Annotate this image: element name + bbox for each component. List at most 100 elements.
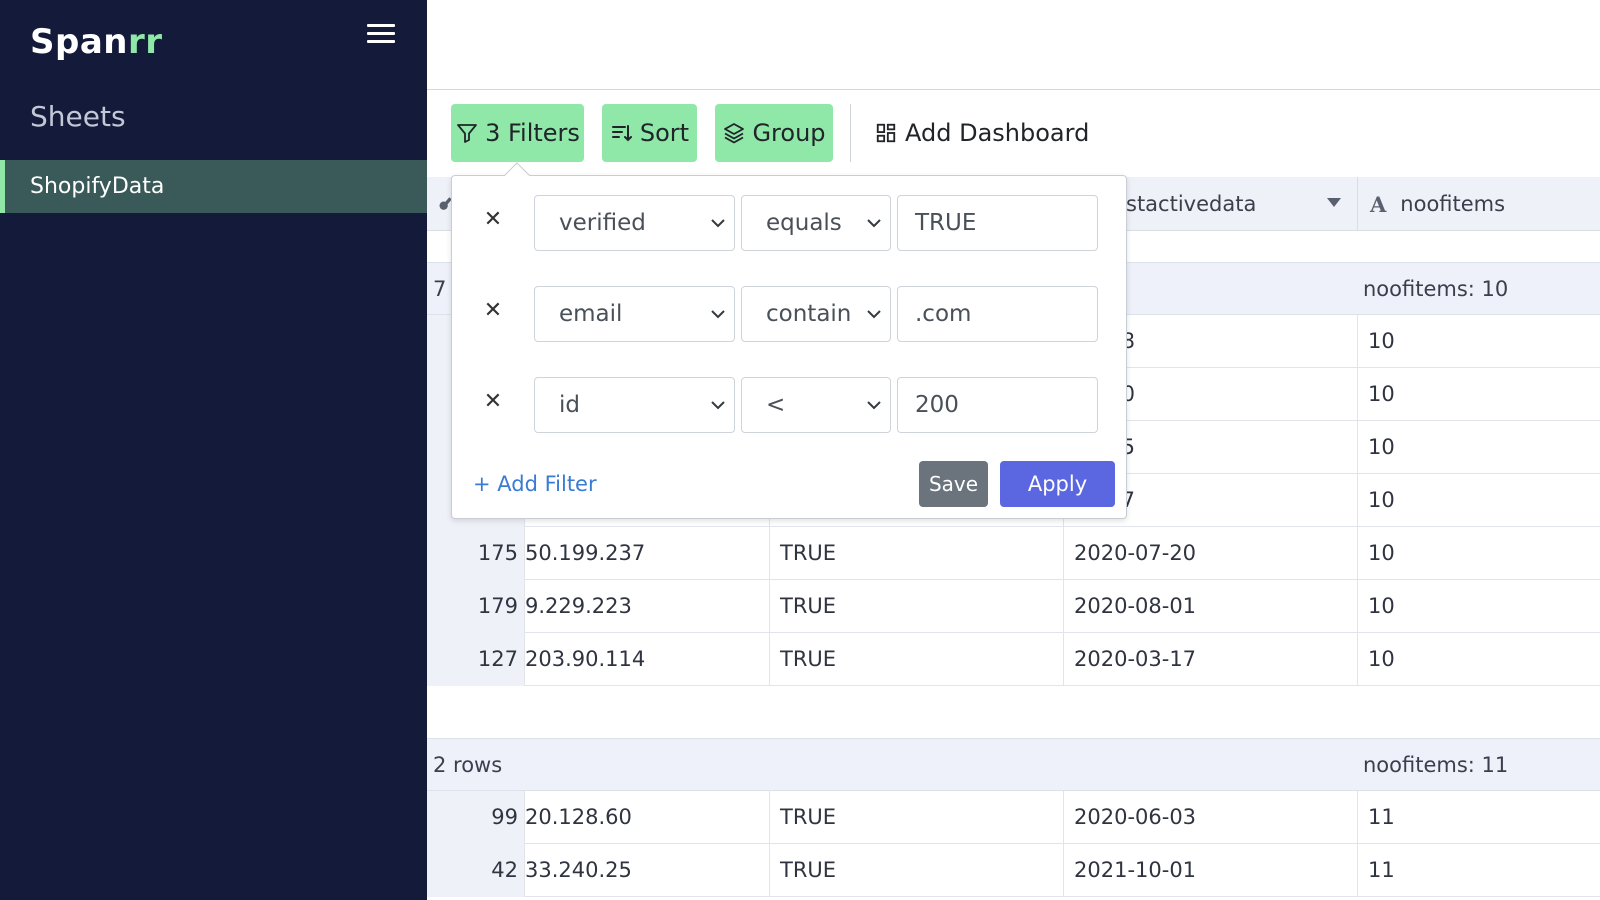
selected-value: email bbox=[559, 301, 623, 327]
add-dashboard-label: Add Dashboard bbox=[905, 119, 1090, 147]
hamburger-icon[interactable] bbox=[367, 24, 395, 46]
add-filter-link[interactable]: + Add Filter bbox=[473, 472, 597, 496]
chevron-down-icon bbox=[867, 401, 881, 410]
cell[interactable]: 10 bbox=[1357, 633, 1600, 686]
sidebar-item-shopifydata[interactable]: ShopifyData bbox=[0, 160, 427, 213]
remove-filter-button[interactable]: ✕ bbox=[482, 389, 504, 417]
filter-operator-select[interactable]: contain bbox=[741, 286, 891, 342]
add-dashboard-button[interactable]: Add Dashboard bbox=[875, 104, 1089, 162]
row-index: 127 bbox=[427, 633, 524, 686]
cell[interactable]: 10 bbox=[1357, 527, 1600, 580]
toolbar-divider bbox=[850, 104, 851, 162]
filter-operator-select[interactable]: equals bbox=[741, 195, 891, 251]
cell[interactable]: 2020-07-20 bbox=[1063, 527, 1357, 580]
cell[interactable]: 203.90.114 bbox=[524, 633, 769, 686]
sheets-heading: Sheets bbox=[30, 100, 126, 133]
filter-row: ✕ verified equals TRUE bbox=[452, 195, 1128, 251]
group-count: 7 bbox=[433, 277, 447, 301]
layers-icon bbox=[724, 123, 745, 144]
row-index: 175 bbox=[427, 527, 524, 580]
filter-value-input[interactable]: .com bbox=[897, 286, 1098, 342]
table-row[interactable]: 99 20.128.60 TRUE 2020-06-03 11 bbox=[427, 791, 1600, 844]
toolbar: 3 Filters Sort Group Add Dashboard bbox=[427, 91, 1600, 177]
cell[interactable]: 10 bbox=[1357, 421, 1600, 474]
top-bar bbox=[427, 0, 1600, 90]
remove-filter-button[interactable]: ✕ bbox=[482, 298, 504, 326]
cell[interactable]: 33.240.25 bbox=[524, 844, 769, 897]
selected-value: id bbox=[559, 392, 580, 418]
cell[interactable]: 10 bbox=[1357, 315, 1600, 368]
cell[interactable]: TRUE bbox=[769, 791, 1063, 844]
selected-value: equals bbox=[766, 210, 842, 236]
cell[interactable]: 20.128.60 bbox=[524, 791, 769, 844]
brand-accent: rr bbox=[127, 22, 163, 62]
filter-value-input[interactable]: 200 bbox=[897, 377, 1098, 433]
column-header-label: stactivedata bbox=[1126, 192, 1257, 216]
cell[interactable]: 2020-08-01 bbox=[1063, 580, 1357, 633]
row-index: 99 bbox=[427, 791, 524, 844]
sort-label: Sort bbox=[639, 119, 690, 147]
close-icon: ✕ bbox=[483, 207, 503, 232]
filter-row: ✕ email contain .com bbox=[452, 286, 1128, 342]
group-count: 2 rows bbox=[433, 753, 503, 777]
filter-icon bbox=[457, 124, 477, 143]
cell[interactable]: 10 bbox=[1357, 368, 1600, 421]
dashboard-icon bbox=[876, 123, 896, 143]
table-row[interactable]: 179 9.229.223 TRUE 2020-08-01 10 bbox=[427, 580, 1600, 633]
chevron-down-icon bbox=[867, 219, 881, 228]
close-icon: ✕ bbox=[483, 298, 503, 323]
filter-row: ✕ id < 200 bbox=[452, 377, 1128, 433]
filter-field-select[interactable]: verified bbox=[534, 195, 735, 251]
caret-down-icon[interactable] bbox=[1327, 198, 1341, 208]
cell[interactable]: TRUE bbox=[769, 580, 1063, 633]
filter-operator-select[interactable]: < bbox=[741, 377, 891, 433]
group-summary: noofitems: 10 bbox=[1363, 277, 1509, 301]
cell[interactable]: 2020-03-17 bbox=[1063, 633, 1357, 686]
sort-button[interactable]: Sort bbox=[602, 104, 697, 162]
row-index: 179 bbox=[427, 580, 524, 633]
filters-label: 3 Filters bbox=[485, 119, 580, 147]
filters-button[interactable]: 3 Filters bbox=[451, 104, 584, 162]
filter-value-input[interactable]: TRUE bbox=[897, 195, 1098, 251]
cell[interactable]: 50.199.237 bbox=[524, 527, 769, 580]
cell[interactable]: 2021-10-01 bbox=[1063, 844, 1357, 897]
chevron-down-icon bbox=[711, 219, 725, 228]
cell[interactable]: 11 bbox=[1357, 844, 1600, 897]
column-header-noofitems[interactable]: A noofitems bbox=[1357, 177, 1600, 231]
save-button[interactable]: Save bbox=[919, 461, 988, 507]
row-index: 42 bbox=[427, 844, 524, 897]
filter-field-select[interactable]: email bbox=[534, 286, 735, 342]
chevron-down-icon bbox=[711, 310, 725, 319]
close-icon: ✕ bbox=[483, 389, 503, 414]
group-header[interactable]: 2 rows noofitems: 11 bbox=[427, 738, 1600, 791]
cell[interactable]: TRUE bbox=[769, 633, 1063, 686]
cell[interactable]: TRUE bbox=[769, 527, 1063, 580]
filter-field-select[interactable]: id bbox=[534, 377, 735, 433]
cell[interactable]: 11 bbox=[1357, 791, 1600, 844]
filter-popover: ✕ verified equals TRUE ✕ email contain .… bbox=[451, 162, 1128, 519]
selected-value: contain bbox=[766, 301, 852, 327]
chevron-down-icon bbox=[867, 310, 881, 319]
cell[interactable]: 9.229.223 bbox=[524, 580, 769, 633]
table-row[interactable]: 175 50.199.237 TRUE 2020-07-20 10 bbox=[427, 527, 1600, 580]
cell[interactable]: TRUE bbox=[769, 844, 1063, 897]
remove-filter-button[interactable]: ✕ bbox=[482, 207, 504, 235]
group-summary: noofitems: 11 bbox=[1363, 753, 1509, 777]
selected-value: verified bbox=[559, 210, 646, 236]
sort-icon bbox=[611, 125, 632, 142]
group-button[interactable]: Group bbox=[715, 104, 833, 162]
cell[interactable]: 2020-06-03 bbox=[1063, 791, 1357, 844]
text-type-icon: A bbox=[1370, 191, 1387, 217]
group-label: Group bbox=[752, 119, 826, 147]
brand-logo[interactable]: Spanrr bbox=[30, 22, 163, 62]
selected-value: < bbox=[766, 392, 786, 418]
apply-button[interactable]: Apply bbox=[1000, 461, 1115, 507]
cell[interactable]: 10 bbox=[1357, 580, 1600, 633]
cell[interactable]: 10 bbox=[1357, 474, 1600, 527]
chevron-down-icon bbox=[711, 401, 725, 410]
table-row[interactable]: 42 33.240.25 TRUE 2021-10-01 11 bbox=[427, 844, 1600, 897]
table-row[interactable]: 127 203.90.114 TRUE 2020-03-17 10 bbox=[427, 633, 1600, 686]
brand-main: Span bbox=[30, 22, 128, 62]
sidebar: Spanrr Sheets ShopifyData bbox=[0, 0, 427, 900]
column-header-label: noofitems bbox=[1400, 192, 1506, 216]
